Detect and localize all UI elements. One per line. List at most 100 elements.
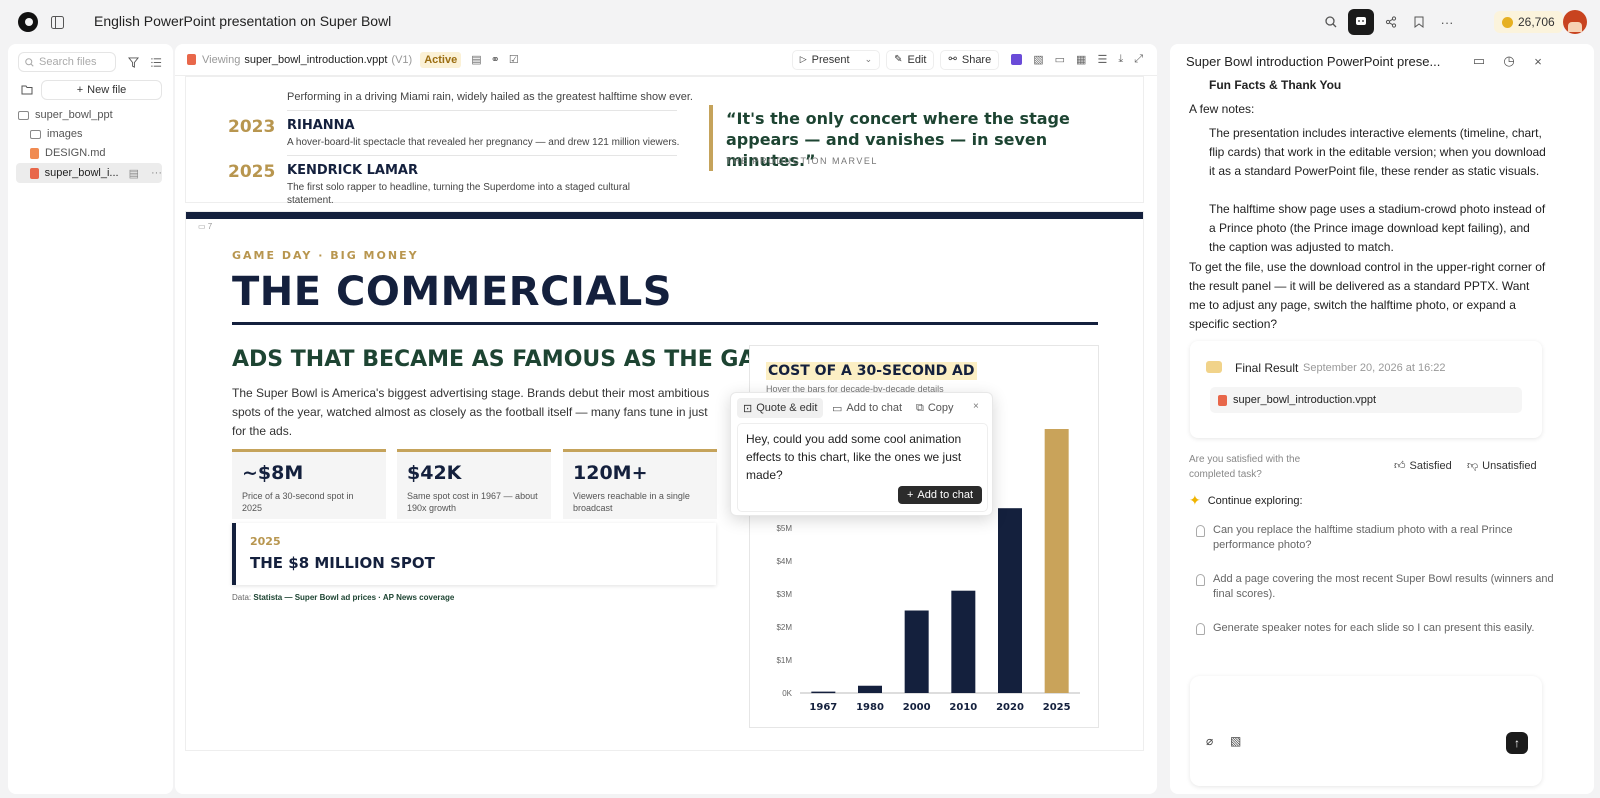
- app-logo[interactable]: [18, 12, 38, 32]
- bar-1980[interactable]: [858, 685, 882, 693]
- selection-popup: ⊡ Quote & edit ▭ Add to chat ⧉ Copy × Hey, …: [730, 392, 993, 516]
- comment-icon[interactable]: ▭: [1055, 53, 1065, 66]
- result-icon: [1206, 361, 1222, 373]
- search-input[interactable]: Search files: [18, 52, 116, 72]
- edit-button[interactable]: ✎ Edit: [886, 49, 935, 70]
- calendar-icon[interactable]: ▦: [1076, 53, 1086, 66]
- suggestion-item[interactable]: Generate speaker notes for each slide so…: [1196, 621, 1556, 636]
- more-icon[interactable]: ···: [151, 167, 162, 179]
- status-badge: Active: [420, 51, 462, 68]
- close-icon[interactable]: ×: [1527, 50, 1549, 72]
- credits-badge[interactable]: 26,706: [1494, 11, 1563, 33]
- result-file-name: super_bowl_introduction.vppt: [1233, 394, 1377, 406]
- ppt-file-icon: [187, 54, 196, 65]
- copy-button[interactable]: ⧉ Copy: [916, 398, 954, 418]
- link-icon[interactable]: ⚭: [491, 53, 500, 66]
- bar-1967[interactable]: [811, 691, 836, 694]
- ppt-file-icon: [30, 167, 39, 179]
- tree-item-root[interactable]: super_bowl_ppt: [18, 106, 113, 124]
- tree-item-label: images: [47, 128, 83, 140]
- timeline-name: RIHANNA: [287, 118, 355, 133]
- slide-kicker: GAME DAY · BIG MONEY: [232, 249, 419, 262]
- attach-icon[interactable]: ⌀: [1206, 734, 1213, 748]
- layers-icon[interactable]: ☰: [1097, 53, 1107, 66]
- viewing-label: Viewing: [202, 53, 241, 66]
- source-prefix: Data:: [232, 593, 252, 602]
- share-icon: ⚯: [948, 54, 957, 65]
- suggestion-text: Can you replace the halftime stadium pho…: [1213, 524, 1513, 551]
- expand-icon[interactable]: ⤢: [1134, 53, 1143, 66]
- top-bar: English PowerPoint presentation on Super…: [0, 0, 1600, 44]
- stat-card: ~$8M Price of a 30-second spot in 2025: [232, 449, 386, 519]
- highlight-title: THE $8 MILLION SPOT: [250, 554, 435, 572]
- add-to-chat-button[interactable]: ▭ Add to chat: [832, 398, 902, 418]
- tree-item-design[interactable]: DESIGN.md: [30, 144, 106, 162]
- tree-item-images[interactable]: images: [30, 125, 82, 143]
- y-tick-label: $3M: [776, 590, 792, 599]
- bar-2025[interactable]: [1044, 429, 1069, 693]
- present-button[interactable]: ▷ Present ⌄: [791, 49, 881, 70]
- result-file[interactable]: super_bowl_introduction.vppt: [1210, 387, 1522, 413]
- new-file-button[interactable]: + New file: [41, 80, 162, 100]
- sidebar-toggle-icon[interactable]: [46, 11, 68, 33]
- quote-edit-button[interactable]: ⊡ Quote & edit: [737, 398, 824, 418]
- folder-icon[interactable]: [16, 79, 38, 101]
- download-icon[interactable]: ⤓: [1118, 53, 1123, 66]
- quote-source: THE PRODUCTION MARVEL: [726, 156, 878, 166]
- bar-2020[interactable]: [998, 508, 1022, 693]
- more-icon[interactable]: ···: [1436, 11, 1458, 33]
- comment-icon[interactable]: ▭: [1468, 50, 1490, 72]
- list-view-icon[interactable]: [145, 51, 167, 73]
- play-icon: ▷: [799, 54, 807, 64]
- comment-icon[interactable]: ▤: [129, 167, 139, 180]
- slide-7: ▭ 7 GAME DAY · BIG MONEY THE COMMERCIALS…: [186, 212, 1143, 750]
- thumbs-down-icon: 👎︎: [1467, 460, 1479, 472]
- avatar[interactable]: [1563, 10, 1587, 34]
- section-heading: Fun Facts & Thank You: [1209, 78, 1342, 92]
- edit-label: Edit: [907, 53, 927, 66]
- suggestion-item[interactable]: Add a page covering the most recent Supe…: [1196, 572, 1556, 602]
- chevron-down-icon[interactable]: ⌄: [865, 54, 873, 65]
- filter-icon[interactable]: [122, 51, 144, 73]
- chat-composer[interactable]: ⌀ ▧ ↑: [1190, 676, 1542, 786]
- quote-edit-label: Quote & edit: [756, 402, 818, 414]
- unsatisfied-button[interactable]: 👎︎ Unsatisfied: [1467, 459, 1537, 473]
- timeline-desc: The first solo rapper to headline, turni…: [287, 182, 630, 203]
- close-icon[interactable]: ×: [973, 401, 979, 412]
- tree-item-pptx[interactable]: super_bowl_i... ▤ ···: [16, 163, 162, 183]
- bar-2010[interactable]: [951, 590, 976, 693]
- share-icon[interactable]: [1380, 11, 1402, 33]
- checklist-icon[interactable]: ☑: [509, 53, 519, 66]
- bookmark-icon[interactable]: [1408, 11, 1430, 33]
- send-button[interactable]: ↑: [1506, 732, 1528, 754]
- unsatisfied-label: Unsatisfied: [1482, 459, 1537, 472]
- chat-message-box[interactable]: Hey, could you add some cool animation e…: [737, 423, 988, 512]
- image-upload-icon[interactable]: ▧: [1230, 734, 1241, 748]
- add-to-chat-submit[interactable]: + Add to chat: [898, 486, 982, 504]
- history-icon[interactable]: ◷: [1498, 50, 1520, 72]
- slide-icon: ▭: [198, 222, 208, 231]
- chat-icon[interactable]: [1348, 9, 1374, 35]
- lightbulb-icon: [1196, 623, 1205, 635]
- highlight-year: 2025: [250, 535, 281, 548]
- share-button[interactable]: ⚯ Share: [940, 49, 1000, 70]
- coin-icon: [1502, 16, 1513, 28]
- satisfied-button[interactable]: 👍︎ Satisfied: [1394, 459, 1452, 473]
- timeline-year: 2025: [228, 162, 276, 182]
- timeline-text: Performing in a driving Miami rain, wide…: [287, 91, 693, 103]
- suggestion-item[interactable]: Can you replace the halftime stadium pho…: [1196, 523, 1556, 553]
- image-icon[interactable]: ▧: [1033, 53, 1043, 66]
- theme-icon[interactable]: [1011, 54, 1023, 65]
- suggestion-text: Generate speaker notes for each slide so…: [1213, 622, 1535, 634]
- bar-2000[interactable]: [904, 610, 929, 694]
- tree-item-label: DESIGN.md: [45, 147, 106, 159]
- search-icon[interactable]: [1320, 11, 1342, 33]
- stat-label: Price of a 30-second spot in 2025: [242, 491, 354, 513]
- x-tick-label: 2010: [949, 702, 977, 713]
- timeline-year: 2023: [228, 117, 276, 137]
- document-icon[interactable]: ▤: [471, 53, 481, 66]
- stat-value: $42K: [407, 462, 462, 484]
- new-file-label: New file: [87, 84, 127, 96]
- viewer-toolbar: Viewing super_bowl_introduction.vppt (V1…: [175, 44, 1157, 76]
- y-tick-label: $5M: [776, 524, 792, 533]
